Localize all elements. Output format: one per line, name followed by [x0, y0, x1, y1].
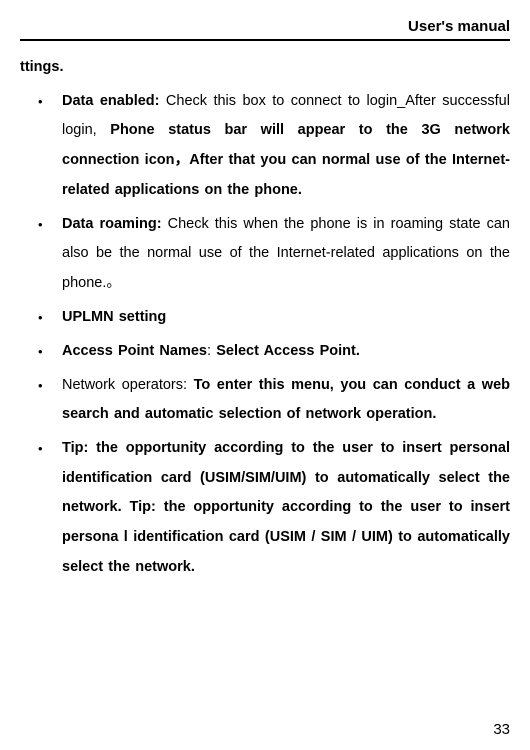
bullet-dot-icon: • — [20, 371, 62, 430]
item-label: Network operators: — [62, 377, 187, 393]
list-item-text: Data roaming: Check this when the phone … — [62, 210, 510, 299]
item-label: Data enabled: — [62, 93, 159, 109]
bullet-dot-icon: • — [20, 87, 62, 206]
list-item-text: Network operators: To enter this menu, y… — [62, 371, 510, 430]
section-title: ttings. — [20, 53, 510, 83]
item-label: Data roaming: — [62, 216, 162, 232]
page-header: User's manual — [20, 18, 510, 41]
page-content: ttings. • Data enabled: Check this box t… — [20, 53, 510, 583]
list-item: • Data enabled: Check this box to connec… — [20, 87, 510, 206]
list-item: • Network operators: To enter this menu,… — [20, 371, 510, 430]
page-number: 33 — [493, 721, 510, 738]
list-item-text: UPLMN setting — [62, 303, 510, 333]
item-tail: Select Access Point. — [216, 343, 360, 359]
bullet-dot-icon: • — [20, 434, 62, 583]
list-item-text: Access Point Names: Select Access Point. — [62, 337, 510, 367]
list-item: • UPLMN setting — [20, 303, 510, 333]
item-tail: Phone status bar will appear to the 3G n… — [62, 122, 510, 197]
list-item: • Tip: the opportunity according to the … — [20, 434, 510, 583]
item-tail: Tip: the opportunity according to the us… — [62, 440, 510, 575]
item-label: Access Point Names — [62, 343, 207, 359]
bullet-dot-icon: • — [20, 210, 62, 299]
bullet-dot-icon: • — [20, 303, 62, 333]
list-item-text: Tip: the opportunity according to the us… — [62, 434, 510, 583]
list-item: • Data roaming: Check this when the phon… — [20, 210, 510, 299]
list-item-text: Data enabled: Check this box to connect … — [62, 87, 510, 206]
item-body: : — [207, 343, 211, 359]
list-item: • Access Point Names: Select Access Poin… — [20, 337, 510, 367]
item-label: UPLMN setting — [62, 309, 166, 325]
bullet-dot-icon: • — [20, 337, 62, 367]
